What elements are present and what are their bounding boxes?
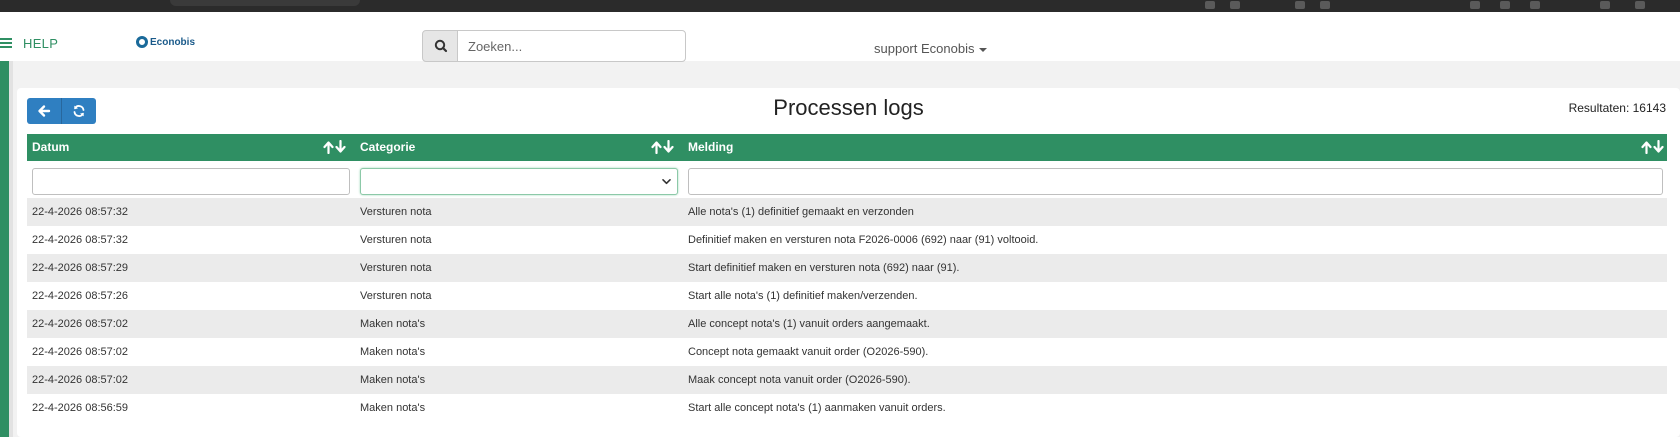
page-title: Processen logs bbox=[773, 95, 924, 120]
process-log-table: Datum Categorie Melding 22-4-2026 08:57:… bbox=[27, 134, 1667, 422]
help-link[interactable]: HELP bbox=[23, 36, 58, 51]
cell-melding: Start alle concept nota's (1) aanmaken v… bbox=[688, 402, 946, 414]
browser-icon[interactable] bbox=[1500, 1, 1510, 9]
table-row[interactable]: 22-4-2026 08:57:02 Maken nota's Alle con… bbox=[27, 310, 1667, 338]
browser-icon[interactable] bbox=[1600, 1, 1610, 9]
column-header-datum[interactable]: Datum bbox=[27, 134, 355, 161]
sort-up-down-icon[interactable] bbox=[651, 140, 675, 154]
table-row[interactable]: 22-4-2026 08:57:29 Versturen nota Start … bbox=[27, 254, 1667, 282]
refresh-button[interactable] bbox=[62, 98, 96, 124]
browser-icon[interactable] bbox=[1205, 1, 1215, 9]
column-header-label: Categorie bbox=[360, 140, 416, 154]
table-row[interactable]: 22-4-2026 08:56:59 Maken nota's Start al… bbox=[27, 394, 1667, 422]
cell-melding: Concept nota gemaakt vanuit order (O2026… bbox=[688, 346, 929, 358]
cell-datum: 22-4-2026 08:57:26 bbox=[32, 290, 129, 302]
toolbar-buttons bbox=[27, 98, 96, 124]
sort-up-down-icon[interactable] bbox=[1641, 140, 1665, 154]
browser-icon[interactable] bbox=[1320, 1, 1330, 9]
search-button[interactable] bbox=[422, 30, 458, 62]
cell-datum: 22-4-2026 08:57:32 bbox=[32, 206, 129, 218]
cell-melding: Start definitief maken en versturen nota… bbox=[688, 262, 960, 274]
cell-datum: 22-4-2026 08:56:59 bbox=[32, 402, 129, 414]
filter-datum-input[interactable] bbox=[32, 168, 350, 195]
arrow-left-icon bbox=[38, 105, 51, 117]
table-row[interactable]: 22-4-2026 08:57:02 Maken nota's Maak con… bbox=[27, 366, 1667, 394]
browser-icon[interactable] bbox=[1230, 1, 1240, 9]
chevron-down-icon bbox=[662, 179, 671, 185]
logo-text: Econobis bbox=[150, 36, 196, 48]
results-count: Resultaten: 16143 bbox=[1568, 101, 1666, 115]
browser-icon[interactable] bbox=[1295, 1, 1305, 9]
cell-melding: Alle concept nota's (1) vanuit orders aa… bbox=[688, 318, 930, 330]
cell-melding: Alle nota's (1) definitief gemaakt en ve… bbox=[688, 206, 914, 218]
table-row[interactable]: 22-4-2026 08:57:02 Maken nota's Concept … bbox=[27, 338, 1667, 366]
table-row[interactable]: 22-4-2026 08:57:26 Versturen nota Start … bbox=[27, 282, 1667, 310]
cell-datum: 22-4-2026 08:57:32 bbox=[32, 234, 129, 246]
search-box bbox=[422, 30, 686, 62]
browser-icon[interactable] bbox=[1635, 1, 1645, 9]
table-body: 22-4-2026 08:57:32 Versturen nota Alle n… bbox=[27, 198, 1667, 422]
cell-categorie: Versturen nota bbox=[360, 262, 432, 274]
cell-categorie: Versturen nota bbox=[360, 234, 432, 246]
econobis-logo[interactable]: Econobis bbox=[136, 36, 195, 48]
address-bar[interactable] bbox=[170, 0, 360, 6]
table-header: Datum Categorie Melding bbox=[27, 134, 1667, 161]
hamburger-menu-icon[interactable] bbox=[0, 38, 12, 49]
cell-categorie: Versturen nota bbox=[360, 290, 432, 302]
cell-categorie: Versturen nota bbox=[360, 206, 432, 218]
caret-down-icon bbox=[979, 47, 988, 52]
cell-melding: Definitief maken en versturen nota F2026… bbox=[688, 234, 1039, 246]
table-row[interactable]: 22-4-2026 08:57:32 Versturen nota Alle n… bbox=[27, 198, 1667, 226]
content-panel: Processen logs Resultaten: 16143 Datum C… bbox=[17, 88, 1680, 437]
refresh-icon bbox=[73, 105, 85, 117]
user-menu-label: support Econobis bbox=[874, 41, 975, 56]
cell-melding: Start alle nota's (1) definitief maken/v… bbox=[688, 290, 918, 302]
browser-icon[interactable] bbox=[1470, 1, 1480, 9]
cell-categorie: Maken nota's bbox=[360, 374, 426, 386]
cell-categorie: Maken nota's bbox=[360, 318, 426, 330]
sidebar-gutter bbox=[9, 61, 13, 437]
sort-up-down-icon[interactable] bbox=[323, 140, 347, 154]
filter-row bbox=[27, 161, 1667, 198]
cell-datum: 22-4-2026 08:57:02 bbox=[32, 346, 129, 358]
filter-melding-input[interactable] bbox=[688, 168, 1663, 195]
column-header-label: Melding bbox=[688, 140, 734, 154]
search-input[interactable] bbox=[457, 30, 686, 62]
cell-datum: 22-4-2026 08:57:02 bbox=[32, 318, 129, 330]
cell-datum: 22-4-2026 08:57:29 bbox=[32, 262, 129, 274]
cell-melding: Maak concept nota vanuit order (O2026-59… bbox=[688, 374, 911, 386]
back-button[interactable] bbox=[27, 98, 62, 124]
cell-categorie: Maken nota's bbox=[360, 402, 426, 414]
search-icon bbox=[434, 39, 448, 53]
top-navigation: HELP Econobis support Econobis bbox=[0, 12, 1680, 62]
sidebar-strip bbox=[0, 61, 9, 437]
table-row[interactable]: 22-4-2026 08:57:32 Versturen nota Defini… bbox=[27, 226, 1667, 254]
column-header-melding[interactable]: Melding bbox=[683, 134, 1667, 161]
user-menu[interactable]: support Econobis bbox=[874, 41, 988, 56]
filter-categorie-select[interactable] bbox=[360, 168, 678, 195]
browser-toolbar bbox=[0, 0, 1680, 12]
column-header-categorie[interactable]: Categorie bbox=[355, 134, 683, 161]
column-header-label: Datum bbox=[32, 140, 70, 154]
cell-categorie: Maken nota's bbox=[360, 346, 426, 358]
browser-icon[interactable] bbox=[1530, 1, 1540, 9]
logo-ring-icon bbox=[136, 36, 148, 48]
cell-datum: 22-4-2026 08:57:02 bbox=[32, 374, 129, 386]
